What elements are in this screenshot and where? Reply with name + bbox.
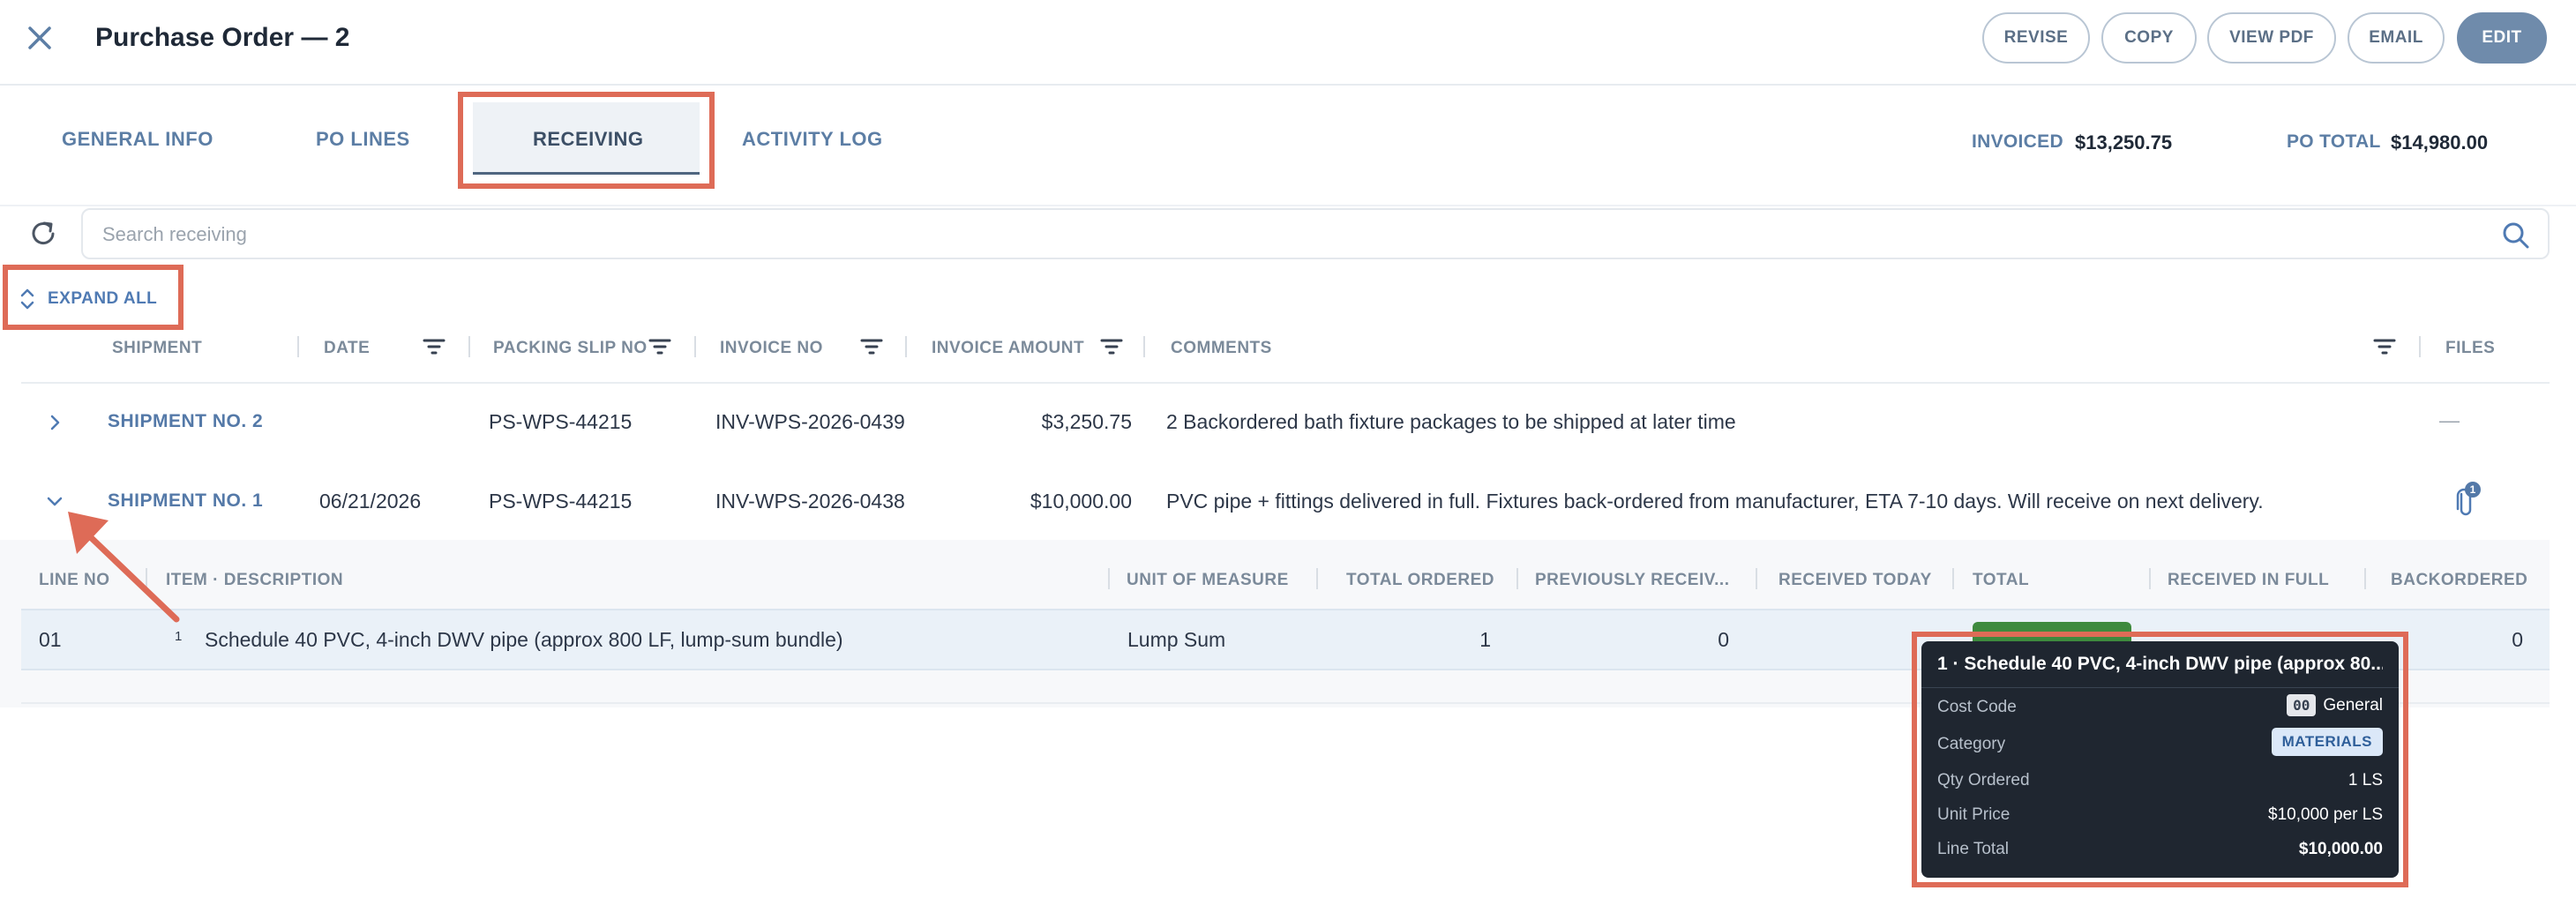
- tab-po-lines[interactable]: PO LINES: [316, 128, 410, 151]
- expand-all-button[interactable]: EXPAND ALL: [12, 272, 176, 326]
- col-header-invoice-amount[interactable]: INVOICE AMOUNT: [932, 339, 1084, 358]
- po-total-label: PO TOTAL: [2287, 131, 2381, 152]
- column-separator: [1516, 568, 1518, 589]
- tooltip-category-label: Category: [1937, 735, 2006, 753]
- grid-header-divider: [21, 382, 2550, 384]
- tooltip-divider: [1921, 687, 2399, 688]
- item-description-cell[interactable]: Schedule 40 PVC, 4-inch DWV pipe (approx…: [205, 628, 843, 652]
- backordered-cell: 0: [2512, 628, 2523, 651]
- view-pdf-button[interactable]: VIEW PDF: [2207, 12, 2336, 64]
- shipment-link[interactable]: SHIPMENT NO. 2: [108, 411, 263, 432]
- tooltip-qty-label: Qty Ordered: [1937, 771, 2030, 790]
- tooltip-category-value: MATERIALS: [2271, 728, 2383, 756]
- edit-button[interactable]: EDIT: [2457, 12, 2547, 64]
- po-total-value: $14,980.00: [2391, 131, 2489, 153]
- col-header-total-ordered: TOTAL ORDERED: [1346, 571, 1495, 589]
- copy-button[interactable]: COPY: [2101, 12, 2197, 64]
- invoiced-value: $13,250.75: [2075, 131, 2173, 153]
- date-cell: 06/21/2026: [319, 490, 422, 513]
- close-icon[interactable]: [23, 21, 58, 56]
- page-title: Purchase Order — 2: [95, 23, 350, 52]
- tooltip-line-total-label: Line Total: [1937, 840, 2009, 858]
- refresh-icon[interactable]: [25, 215, 62, 252]
- cost-code-chip: 00: [2287, 694, 2317, 716]
- filter-icon[interactable]: [422, 337, 446, 356]
- tooltip-unit-price-label: Unit Price: [1937, 805, 2011, 824]
- col-header-files: FILES: [2445, 339, 2496, 357]
- cost-code-name: General: [2323, 696, 2383, 715]
- files-count-badge: 1: [2465, 482, 2481, 498]
- filter-icon[interactable]: [2372, 337, 2397, 356]
- item-tooltip: 1 · Schedule 40 PVC, 4-inch DWV pipe (ap…: [1921, 641, 2399, 878]
- uom-cell: Lump Sum: [1127, 628, 1226, 651]
- filter-icon[interactable]: [859, 337, 884, 356]
- invoiced-label: INVOICED: [1972, 131, 2063, 152]
- category-badge: MATERIALS: [2271, 728, 2383, 756]
- column-separator: [1952, 568, 1954, 589]
- tooltip-qty-value: 1 LS: [2348, 771, 2383, 790]
- expand-all-label: EXPAND ALL: [48, 289, 158, 308]
- column-separator: [2419, 336, 2421, 357]
- col-header-received-today: RECEIVED TODAY: [1778, 571, 1932, 589]
- packing-slip-cell: PS-WPS-44215: [489, 410, 633, 433]
- column-separator: [2149, 568, 2151, 589]
- column-separator: [1108, 568, 1110, 589]
- col-header-item-description: ITEM · DESCRIPTION: [166, 571, 344, 589]
- search-icon[interactable]: [2500, 220, 2532, 251]
- col-header-comments[interactable]: COMMENTS: [1171, 339, 1272, 358]
- chevron-right-icon[interactable]: [44, 412, 65, 433]
- invoice-no-cell: INV-WPS-2026-0439: [715, 410, 905, 433]
- expand-collapse-icon: [20, 288, 34, 310]
- col-header-unit-of-measure: UNIT OF MEASURE: [1127, 571, 1289, 589]
- column-separator: [1756, 568, 1757, 589]
- files-cell: —: [2439, 408, 2460, 431]
- column-separator: [905, 336, 907, 357]
- header-divider: [0, 84, 2576, 86]
- tooltip-line-total-value: $10,000.00: [2298, 840, 2383, 858]
- invoice-amount-cell: $3,250.75: [1041, 410, 1132, 433]
- email-button[interactable]: EMAIL: [2348, 12, 2445, 64]
- col-header-total: TOTAL: [1973, 571, 2030, 589]
- column-separator: [694, 336, 696, 357]
- col-header-previously-received: PREVIOUSLY RECEIV...: [1535, 571, 1730, 589]
- tooltip-unit-price-value: $10,000 per LS: [2268, 805, 2383, 824]
- column-separator: [1143, 336, 1145, 357]
- comments-cell: PVC pipe + fittings delivered in full. F…: [1166, 490, 2264, 513]
- col-header-packing-slip[interactable]: PACKING SLIP NO: [493, 339, 648, 358]
- search-box: [81, 208, 2550, 259]
- column-separator: [468, 336, 470, 357]
- tab-receiving[interactable]: RECEIVING: [533, 128, 644, 151]
- tabs-divider: [0, 205, 2576, 206]
- col-header-shipment[interactable]: SHIPMENT: [112, 339, 202, 358]
- revise-button[interactable]: REVISE: [1982, 12, 2090, 64]
- column-separator: [2364, 568, 2366, 589]
- files-attachment[interactable]: 1: [2445, 482, 2481, 519]
- filter-icon[interactable]: [648, 337, 672, 356]
- invoice-amount-cell: $10,000.00: [1030, 490, 1132, 513]
- line-no-cell: 01: [39, 628, 62, 651]
- tab-general-info[interactable]: GENERAL INFO: [62, 128, 213, 151]
- col-header-date[interactable]: DATE: [324, 339, 370, 358]
- tooltip-cost-code-value: 00 General: [2287, 694, 2383, 716]
- col-header-backordered: BACKORDERED: [2391, 571, 2528, 589]
- filter-icon[interactable]: [1099, 337, 1124, 356]
- tab-activity-log[interactable]: ACTIVITY LOG: [742, 128, 883, 151]
- invoice-no-cell: INV-WPS-2026-0438: [715, 490, 905, 513]
- col-header-received-in-full: RECEIVED IN FULL: [2168, 571, 2330, 589]
- column-separator: [297, 336, 299, 357]
- tooltip-cost-code-label: Cost Code: [1937, 698, 2017, 716]
- column-separator: [1316, 568, 1318, 589]
- col-header-invoice-no[interactable]: INVOICE NO: [720, 339, 823, 358]
- item-index: 1: [175, 629, 183, 644]
- tooltip-title: 1 · Schedule 40 PVC, 4-inch DWV pipe (ap…: [1937, 654, 2383, 674]
- comments-cell: 2 Backordered bath fixture packages to b…: [1166, 410, 1736, 433]
- total-ordered-cell: 1: [1479, 628, 1491, 651]
- annotation-arrow: [68, 512, 180, 623]
- search-input[interactable]: [101, 210, 2468, 259]
- previously-received-cell: 0: [1718, 628, 1729, 651]
- packing-slip-cell: PS-WPS-44215: [489, 490, 633, 513]
